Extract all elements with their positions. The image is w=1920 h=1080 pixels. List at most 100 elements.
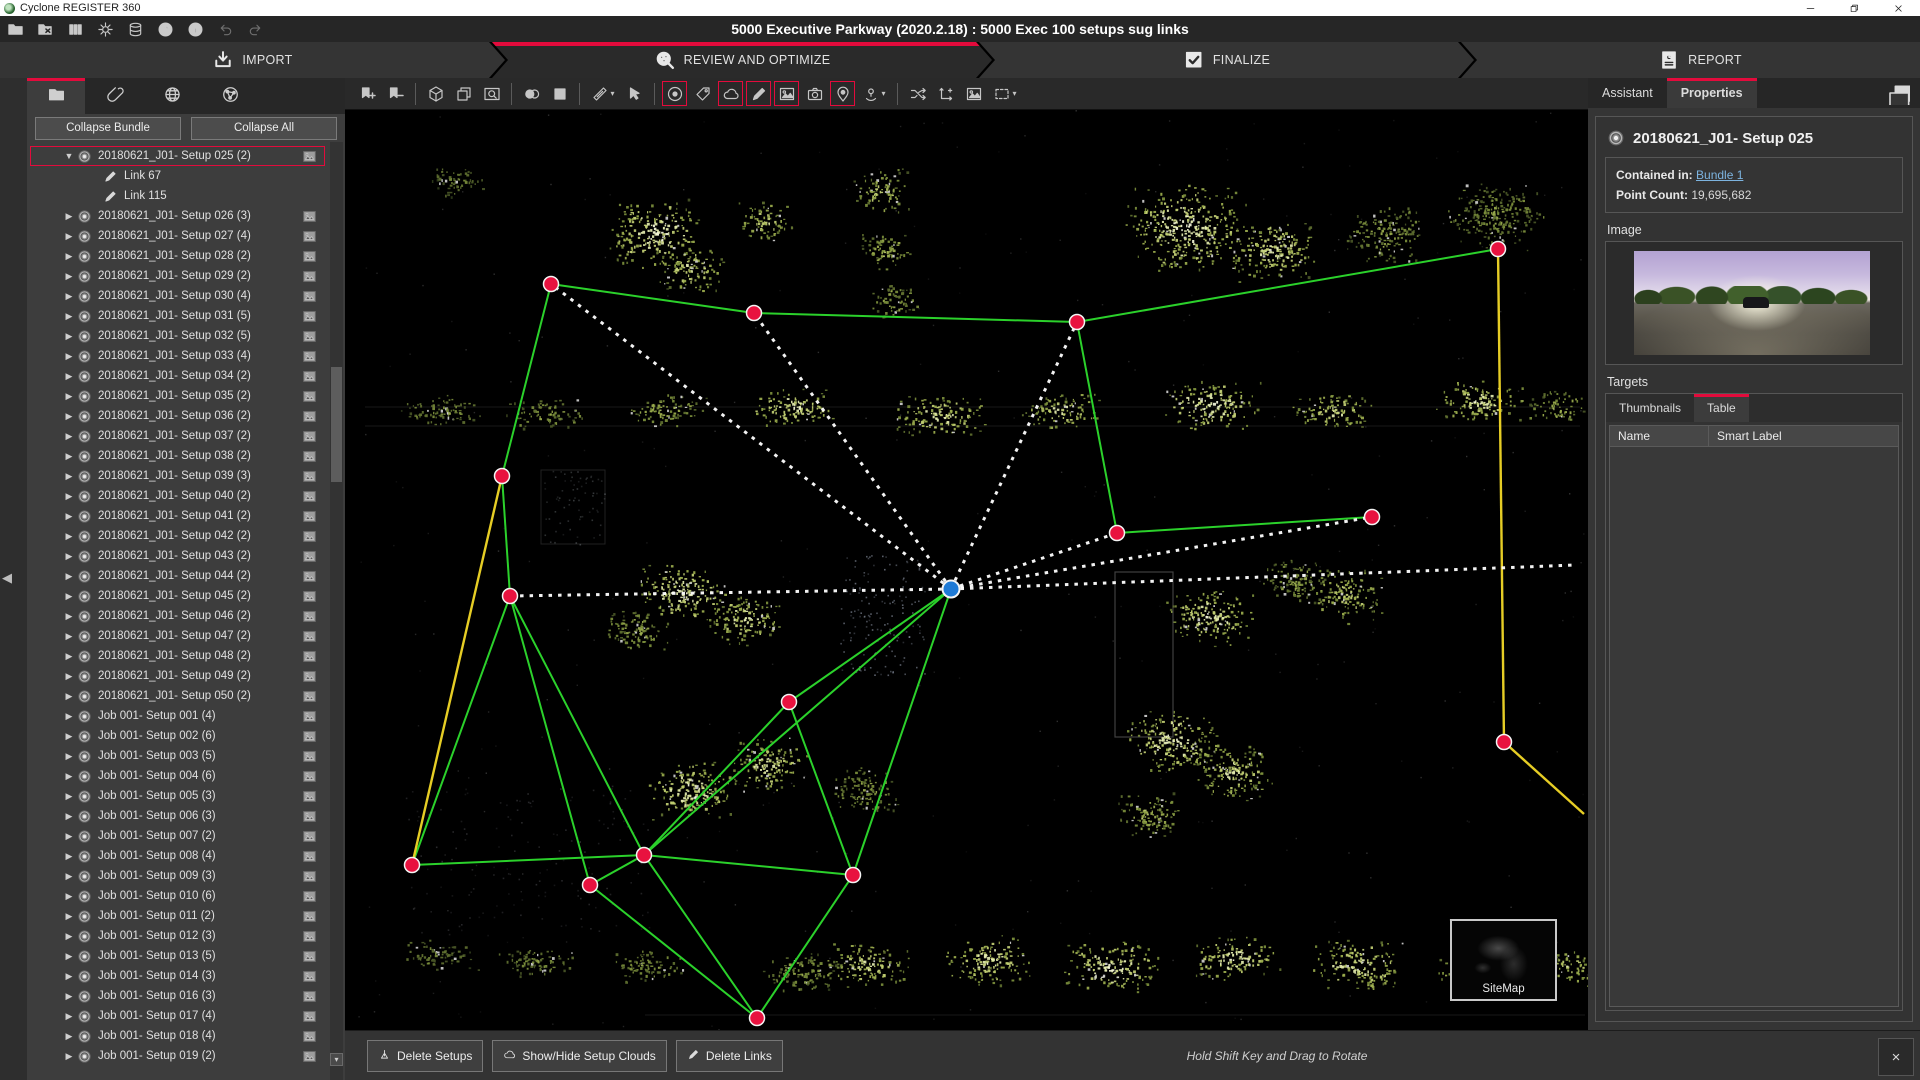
dropdown-caret-icon[interactable]: ▾: [610, 89, 614, 98]
tree-item-setup[interactable]: ▶20180621_J01- Setup 048 (2): [27, 646, 345, 666]
tree-item-setup[interactable]: ▶20180621_J01- Setup 037 (2): [27, 426, 345, 446]
help-icon[interactable]: ?: [153, 18, 177, 40]
image-frame-icon[interactable]: [302, 489, 317, 504]
tree-item-link[interactable]: Link 67: [27, 166, 345, 186]
expand-icon[interactable]: ▶: [63, 951, 75, 962]
expand-icon[interactable]: ▶: [63, 331, 75, 342]
tab-review-and-optimize[interactable]: REVIEW AND OPTIMIZE: [492, 42, 992, 78]
duplicate-view-icon[interactable]: [451, 81, 476, 106]
tree-item-link[interactable]: Link 115: [27, 186, 345, 206]
expand-icon[interactable]: ▶: [63, 471, 75, 482]
expand-icon[interactable]: ▶: [63, 971, 75, 982]
library-icon[interactable]: [63, 18, 87, 40]
toggle-clouds-button[interactable]: Show/Hide Setup Clouds: [492, 1040, 666, 1072]
setup-node-selected[interactable]: [943, 581, 960, 598]
tree-item-setup[interactable]: ▼20180621_J01- Setup 025 (2): [27, 146, 345, 166]
expand-icon[interactable]: ▶: [63, 351, 75, 362]
tree-scrollbar[interactable]: ▾: [330, 142, 343, 1080]
link-edge-green[interactable]: [754, 313, 1077, 322]
tree-item-setup[interactable]: ▶20180621_J01- Setup 031 (5): [27, 306, 345, 326]
link-edge-green[interactable]: [644, 855, 757, 1018]
setup-node[interactable]: [405, 858, 420, 873]
tree-item-setup[interactable]: ▶20180621_J01- Setup 029 (2): [27, 266, 345, 286]
camera-icon[interactable]: [802, 81, 827, 106]
tree-item-setup[interactable]: ▶20180621_J01- Setup 034 (2): [27, 366, 345, 386]
image-frame-icon[interactable]: [302, 769, 317, 784]
targets-col-smart-label[interactable]: Smart Label: [1709, 426, 1898, 446]
image-frame-icon[interactable]: [302, 529, 317, 544]
sidebar-tab-web[interactable]: [143, 78, 201, 114]
bundle-link[interactable]: Bundle 1: [1696, 168, 1743, 182]
link-edge-green[interactable]: [1077, 249, 1498, 322]
tree-item-setup[interactable]: ▶Job 001- Setup 011 (2): [27, 906, 345, 926]
tree-item-setup[interactable]: ▶20180621_J01- Setup 027 (4): [27, 226, 345, 246]
expand-icon[interactable]: ▶: [63, 391, 75, 402]
setup-node[interactable]: [637, 848, 652, 863]
tree-item-setup[interactable]: ▶20180621_J01- Setup 028 (2): [27, 246, 345, 266]
expand-icon[interactable]: ▶: [63, 1051, 75, 1062]
tree-item-setup[interactable]: ▶20180621_J01- Setup 050 (2): [27, 686, 345, 706]
tree-item-setup[interactable]: ▶Job 001- Setup 018 (4): [27, 1026, 345, 1046]
expand-icon[interactable]: ▶: [63, 651, 75, 662]
link-edge-yellow[interactable]: [1498, 249, 1504, 742]
image-frame-icon[interactable]: [302, 969, 317, 984]
bundle-expand-icon[interactable]: [355, 81, 380, 106]
panel-tab-assistant[interactable]: Assistant: [1588, 78, 1667, 108]
expand-icon[interactable]: ▶: [63, 991, 75, 1002]
image-frame-icon[interactable]: [302, 609, 317, 624]
storage-icon[interactable]: [123, 18, 147, 40]
expand-icon[interactable]: ▶: [63, 811, 75, 822]
image-frame-icon[interactable]: [302, 409, 317, 424]
settings-icon[interactable]: [93, 18, 117, 40]
image-frame-icon[interactable]: [302, 449, 317, 464]
image-frame-icon[interactable]: [302, 949, 317, 964]
link-edge-dashed[interactable]: [551, 284, 951, 589]
targets-tab-thumbnails[interactable]: Thumbnails: [1606, 394, 1694, 422]
link-edge-green[interactable]: [590, 855, 644, 885]
image-frame-icon[interactable]: [302, 429, 317, 444]
link-icon[interactable]: [746, 81, 771, 106]
tree-item-setup[interactable]: ▶20180621_J01- Setup 032 (5): [27, 326, 345, 346]
link-edge-green[interactable]: [757, 875, 853, 1018]
sidebar-tab-attachment[interactable]: [85, 78, 143, 114]
expand-icon[interactable]: ▶: [63, 911, 75, 922]
image-frame-icon[interactable]: [302, 229, 317, 244]
image-frame-icon[interactable]: [302, 549, 317, 564]
image-frame-icon[interactable]: [302, 669, 317, 684]
setup-node[interactable]: [750, 1011, 765, 1026]
sidebar-tab-bundle-graph[interactable]: [201, 78, 259, 114]
setup-node[interactable]: [495, 469, 510, 484]
link-edge-green[interactable]: [789, 589, 951, 702]
tree-item-setup[interactable]: ▶20180621_J01- Setup 036 (2): [27, 406, 345, 426]
expand-icon[interactable]: ▶: [63, 1031, 75, 1042]
layout-icon[interactable]: [1886, 81, 1912, 105]
link-edge-dashed[interactable]: [951, 517, 1372, 589]
tree-item-setup[interactable]: ▶20180621_J01- Setup 030 (4): [27, 286, 345, 306]
image-frame-icon[interactable]: [302, 689, 317, 704]
tree-item-setup[interactable]: ▶Job 001- Setup 019 (2): [27, 1046, 345, 1066]
cloud-overlap-icon[interactable]: [519, 81, 544, 106]
tree-item-setup[interactable]: ▶Job 001- Setup 006 (3): [27, 806, 345, 826]
dropdown-caret-icon[interactable]: ▾: [1012, 89, 1016, 98]
setup-node[interactable]: [1365, 510, 1380, 525]
tree-item-setup[interactable]: ▶20180621_J01- Setup 040 (2): [27, 486, 345, 506]
image-frame-icon[interactable]: [302, 929, 317, 944]
link-edge-green[interactable]: [590, 885, 757, 1018]
shuffle-icon[interactable]: [905, 81, 930, 106]
tree-item-setup[interactable]: ▶20180621_J01- Setup 047 (2): [27, 626, 345, 646]
image-frame-icon[interactable]: [302, 989, 317, 1004]
image-frame-icon[interactable]: [302, 749, 317, 764]
tree-item-setup[interactable]: ▶Job 001- Setup 004 (6): [27, 766, 345, 786]
close-icon[interactable]: [1876, 0, 1920, 16]
expand-icon[interactable]: ▶: [63, 851, 75, 862]
tree-item-setup[interactable]: ▶Job 001- Setup 010 (6): [27, 886, 345, 906]
tag-icon[interactable]: [690, 81, 715, 106]
image-frame-icon[interactable]: [302, 1009, 317, 1024]
delete-setups-button[interactable]: Delete Setups: [367, 1040, 483, 1072]
tree-item-setup[interactable]: ▶Job 001- Setup 007 (2): [27, 826, 345, 846]
axes-icon[interactable]: [933, 81, 958, 106]
image-frame-icon[interactable]: [302, 709, 317, 724]
tab-finalize[interactable]: FINALIZE: [979, 42, 1474, 78]
expand-icon[interactable]: ▶: [63, 231, 75, 242]
marquee-icon[interactable]: ▾: [989, 81, 1021, 106]
